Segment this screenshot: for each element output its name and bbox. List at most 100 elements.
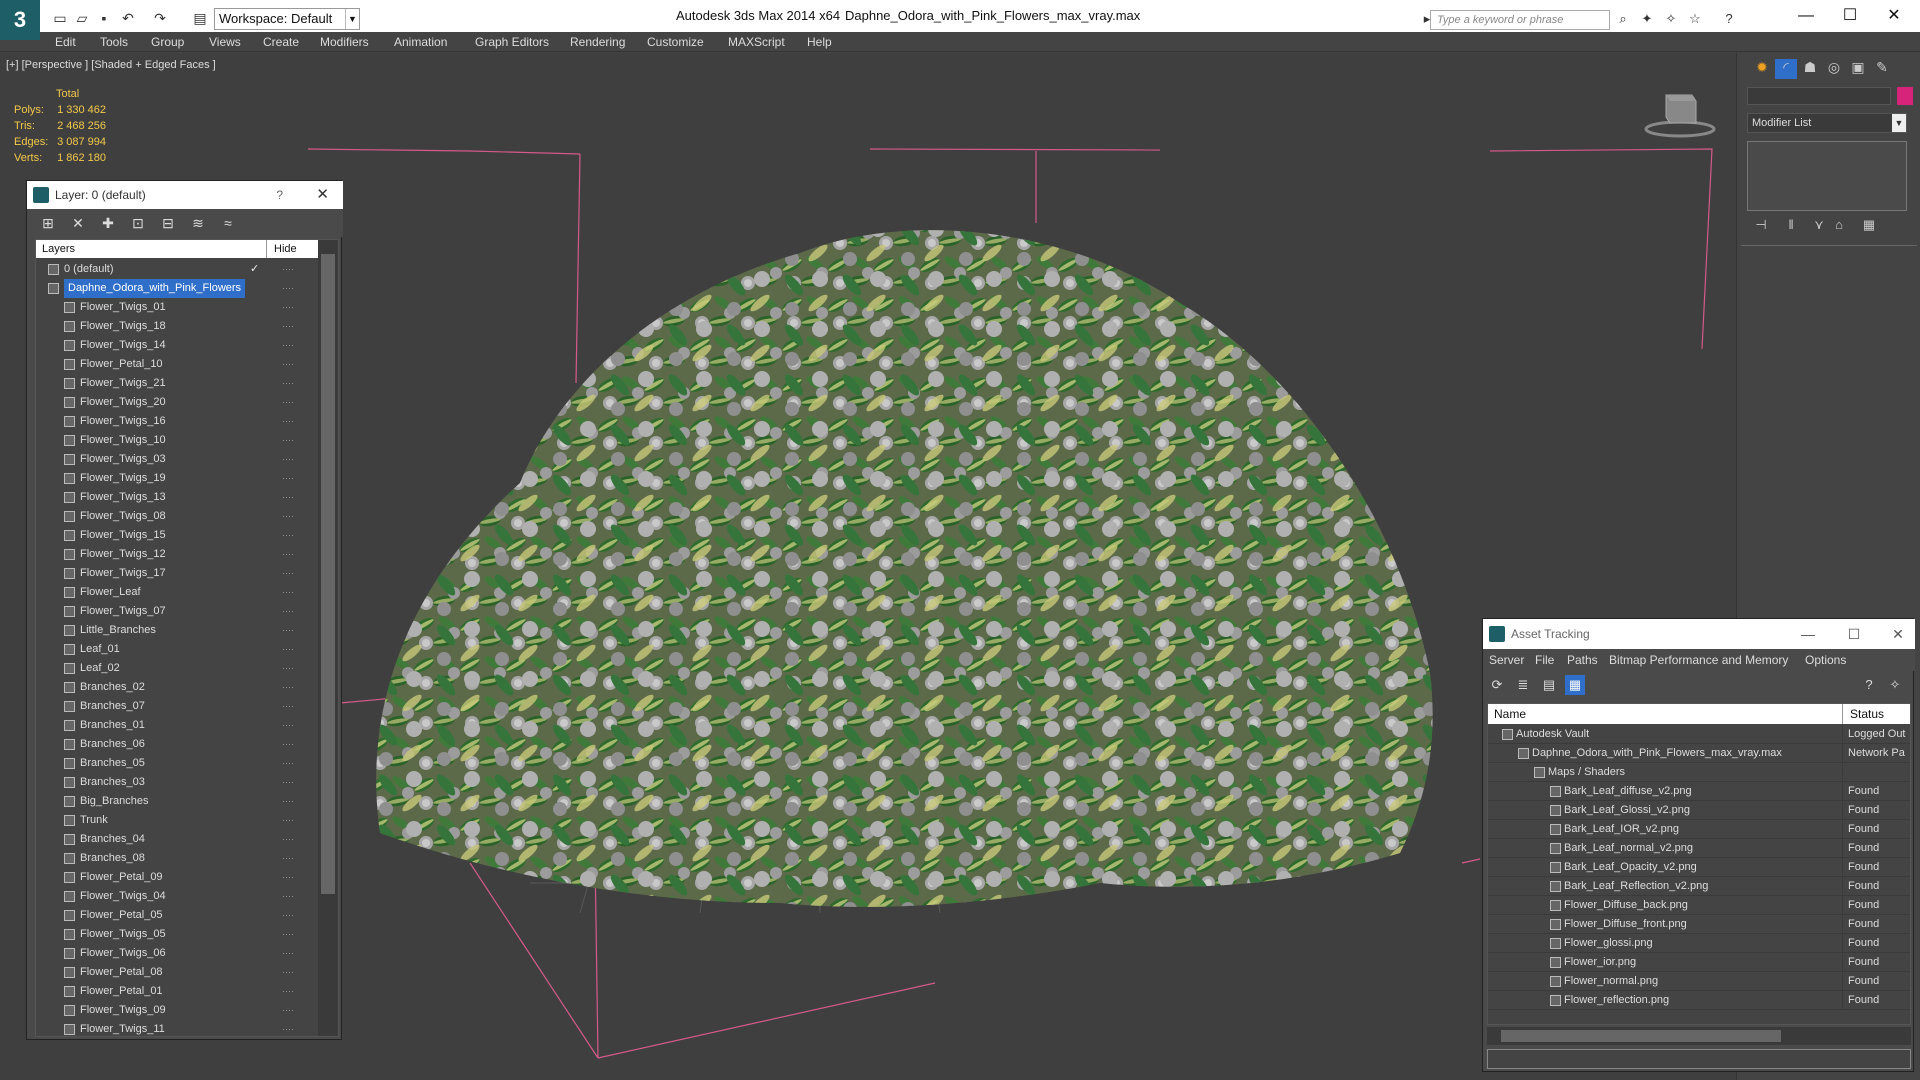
menu-views[interactable]: Views bbox=[209, 35, 241, 49]
layer-row[interactable]: Branches_03 ···· bbox=[36, 773, 318, 792]
hide-toggle[interactable]: ···· bbox=[282, 279, 294, 298]
layer-row[interactable]: Daphne_Odora_with_Pink_Flowers ···· bbox=[36, 279, 318, 298]
hide-toggle[interactable]: ···· bbox=[282, 963, 294, 982]
help-icon[interactable]: ? bbox=[1720, 10, 1738, 28]
layer-row[interactable]: Flower_Twigs_01 ···· bbox=[36, 298, 318, 317]
hide-toggle[interactable]: ···· bbox=[282, 431, 294, 450]
hierarchy-tab-icon[interactable]: ☗ bbox=[1799, 59, 1821, 79]
menu-options[interactable]: Options bbox=[1805, 653, 1846, 667]
configure-sets-icon[interactable]: ▦ bbox=[1859, 217, 1879, 235]
highlight-layer-icon[interactable]: ⊟ bbox=[157, 213, 179, 233]
asset-row[interactable]: Bark_Leaf_Reflection_v2.png Found bbox=[1488, 877, 1910, 896]
add-to-layer-icon[interactable]: ✚ bbox=[97, 213, 119, 233]
layer-row[interactable]: Flower_Twigs_15 ···· bbox=[36, 526, 318, 545]
hide-toggle[interactable]: ···· bbox=[282, 583, 294, 602]
vertical-scrollbar[interactable] bbox=[318, 240, 338, 1036]
hide-toggle[interactable]: ···· bbox=[282, 488, 294, 507]
close-button[interactable]: ✕ bbox=[316, 181, 329, 209]
hide-toggle[interactable]: ···· bbox=[282, 336, 294, 355]
asset-tracking-title-bar[interactable]: Asset Tracking — ☐ ✕ bbox=[1483, 619, 1915, 649]
layer-row[interactable]: Leaf_01 ···· bbox=[36, 640, 318, 659]
asset-row[interactable]: Flower_Diffuse_back.png Found bbox=[1488, 896, 1910, 915]
menu-file[interactable]: File bbox=[1535, 653, 1554, 667]
layer-row[interactable]: Flower_Twigs_11 ···· bbox=[36, 1020, 318, 1036]
column-layers[interactable]: Layers bbox=[42, 240, 75, 258]
menu-edit[interactable]: Edit bbox=[55, 35, 76, 49]
object-color-swatch[interactable] bbox=[1897, 87, 1913, 105]
layer-row[interactable]: Flower_Twigs_14 ···· bbox=[36, 336, 318, 355]
layer-row[interactable]: Flower_Twigs_16 ···· bbox=[36, 412, 318, 431]
menu-graph-editors[interactable]: Graph Editors bbox=[475, 35, 549, 49]
asset-row[interactable]: Bark_Leaf_Opacity_v2.png Found bbox=[1488, 858, 1910, 877]
scroll-thumb[interactable] bbox=[321, 254, 335, 894]
layer-row[interactable]: Flower_Twigs_10 ···· bbox=[36, 431, 318, 450]
layer-row[interactable]: Branches_07 ···· bbox=[36, 697, 318, 716]
modifier-list-dropdown[interactable]: Modifier List ▼ bbox=[1747, 113, 1907, 133]
menu-modifiers[interactable]: Modifiers bbox=[320, 35, 369, 49]
asset-row[interactable]: Maps / Shaders bbox=[1488, 763, 1910, 782]
save-file-icon[interactable]: ▪ bbox=[94, 8, 114, 28]
asset-row[interactable]: Flower_Diffuse_front.png Found bbox=[1488, 915, 1910, 934]
refresh-icon[interactable]: ⟳ bbox=[1487, 675, 1507, 695]
hide-all-icon[interactable]: ≋ bbox=[187, 213, 209, 233]
list-view-icon[interactable]: ≣ bbox=[1513, 675, 1533, 695]
hide-toggle[interactable]: ···· bbox=[282, 355, 294, 374]
layer-row[interactable]: Flower_Twigs_21 ···· bbox=[36, 374, 318, 393]
layer-list[interactable]: Layers Hide 0 (default) ✓ ···· Daphne_Odora… bbox=[35, 239, 339, 1037]
layer-row[interactable]: Flower_Petal_08 ···· bbox=[36, 963, 318, 982]
hide-toggle[interactable]: ···· bbox=[282, 716, 294, 735]
hide-toggle[interactable]: ···· bbox=[282, 1020, 294, 1036]
workspace-dropdown[interactable]: Workspace: Default ▼ bbox=[214, 8, 360, 30]
display-tab-icon[interactable]: ▣ bbox=[1847, 59, 1869, 79]
maximize-button[interactable]: ☐ bbox=[1839, 619, 1869, 649]
hide-toggle[interactable]: ···· bbox=[282, 469, 294, 488]
hide-toggle[interactable]: ···· bbox=[282, 412, 294, 431]
hide-toggle[interactable]: ···· bbox=[282, 697, 294, 716]
layer-row[interactable]: Branches_04 ···· bbox=[36, 830, 318, 849]
new-file-icon[interactable]: ▭ bbox=[50, 8, 70, 28]
minimize-button[interactable]: — bbox=[1786, 4, 1826, 28]
thumbnail-view-icon[interactable]: ▤ bbox=[1539, 675, 1559, 695]
hide-toggle[interactable]: ···· bbox=[282, 526, 294, 545]
menu-tools[interactable]: Tools bbox=[100, 35, 128, 49]
asset-row[interactable]: Flower_ior.png Found bbox=[1488, 953, 1910, 972]
close-button[interactable]: ✕ bbox=[1883, 619, 1913, 649]
layer-row[interactable]: Flower_Twigs_20 ···· bbox=[36, 393, 318, 412]
hide-toggle[interactable]: ···· bbox=[282, 868, 294, 887]
make-unique-icon[interactable]: ⋎ bbox=[1809, 217, 1829, 235]
hide-toggle[interactable]: ···· bbox=[282, 602, 294, 621]
hide-toggle[interactable]: ···· bbox=[282, 298, 294, 317]
layer-row[interactable]: Flower_Twigs_03 ···· bbox=[36, 450, 318, 469]
hide-toggle[interactable]: ···· bbox=[282, 792, 294, 811]
asset-row[interactable]: Flower_reflection.png Found bbox=[1488, 991, 1910, 1010]
select-in-layer-icon[interactable]: ⊡ bbox=[127, 213, 149, 233]
hide-toggle[interactable]: ···· bbox=[282, 887, 294, 906]
layer-row[interactable]: Branches_01 ···· bbox=[36, 716, 318, 735]
project-folder-icon[interactable]: ▤ bbox=[190, 8, 210, 28]
show-end-result-icon[interactable]: ‖ bbox=[1781, 217, 1801, 235]
redo-icon[interactable]: ↷ bbox=[150, 8, 170, 28]
hide-toggle[interactable]: ···· bbox=[282, 393, 294, 412]
utilities-tab-icon[interactable]: ✎ bbox=[1871, 59, 1893, 79]
modifier-stack[interactable] bbox=[1747, 141, 1907, 211]
layer-row[interactable]: Flower_Leaf ···· bbox=[36, 583, 318, 602]
menu-customize[interactable]: Customize bbox=[647, 35, 704, 49]
menu-bitmap-performance[interactable]: Bitmap Performance and Memory bbox=[1609, 653, 1788, 667]
menu-group[interactable]: Group bbox=[151, 35, 184, 49]
hide-toggle[interactable]: ···· bbox=[282, 773, 294, 792]
layer-row[interactable]: Flower_Twigs_18 ···· bbox=[36, 317, 318, 336]
hide-toggle[interactable]: ···· bbox=[282, 754, 294, 773]
menu-help[interactable]: Help bbox=[807, 35, 832, 49]
pin-stack-icon[interactable]: ⊣ bbox=[1751, 217, 1771, 235]
hide-toggle[interactable]: ···· bbox=[282, 849, 294, 868]
layer-row[interactable]: Flower_Twigs_19 ···· bbox=[36, 469, 318, 488]
asset-row[interactable]: Flower_normal.png Found bbox=[1488, 972, 1910, 991]
layer-row[interactable]: Flower_Twigs_13 ···· bbox=[36, 488, 318, 507]
layer-row[interactable]: Flower_Twigs_17 ···· bbox=[36, 564, 318, 583]
layer-row[interactable]: Flower_Twigs_04 ···· bbox=[36, 887, 318, 906]
layer-row[interactable]: Flower_Twigs_09 ···· bbox=[36, 1001, 318, 1020]
settings-icon[interactable]: ✧ bbox=[1885, 675, 1905, 695]
menu-maxscript[interactable]: MAXScript bbox=[728, 35, 785, 49]
asset-row[interactable]: Daphne_Odora_with_Pink_Flowers_max_vray.… bbox=[1488, 744, 1910, 763]
layer-row[interactable]: Flower_Twigs_06 ···· bbox=[36, 944, 318, 963]
